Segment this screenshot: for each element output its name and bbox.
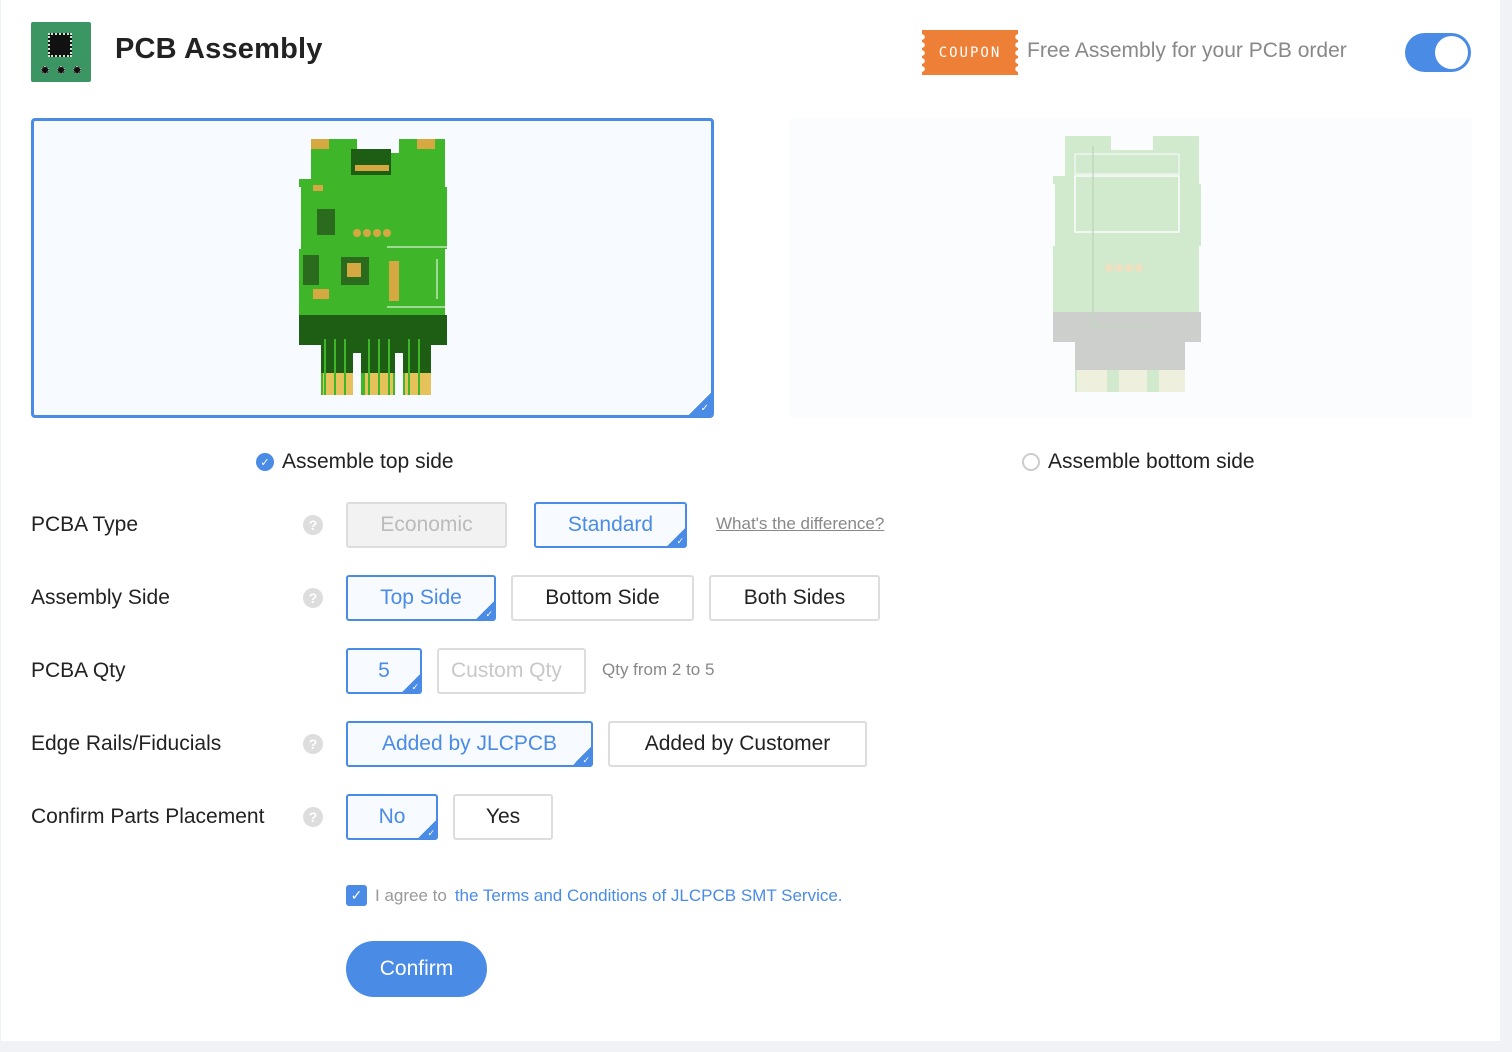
assemble-top-side-label: Assemble top side xyxy=(282,450,454,473)
pcba-qty-label: PCBA Qty xyxy=(31,659,126,682)
selected-corner-check-icon: ✓ xyxy=(402,674,420,692)
selected-corner-check-icon: ✓ xyxy=(667,528,685,546)
coupon-text: Free Assembly for your PCB order xyxy=(1027,39,1347,62)
confirm-button[interactable]: Confirm xyxy=(346,941,487,997)
pcb-assembly-logo-icon xyxy=(31,22,91,82)
edge-rails-jlcpcb-button[interactable]: Added by JLCPCB ✓ xyxy=(346,721,593,767)
terms-link[interactable]: the Terms and Conditions of JLCPCB SMT S… xyxy=(455,886,843,906)
radio-checked-icon: ✓ xyxy=(256,453,274,471)
pcba-type-standard-button[interactable]: Standard ✓ xyxy=(534,502,687,548)
pcb-top-image xyxy=(299,139,447,395)
qty-hint: Qty from 2 to 5 xyxy=(602,660,715,679)
toggle-knob xyxy=(1435,36,1468,69)
edge-rails-label: Edge Rails/Fiducials xyxy=(31,732,222,755)
page-title: PCB Assembly xyxy=(115,33,323,65)
selected-corner-check-icon: ✓ xyxy=(573,747,591,765)
selected-corner-check-icon: ✓ xyxy=(418,820,436,838)
help-icon[interactable]: ? xyxy=(303,734,323,754)
terms-checkbox[interactable]: ✓ xyxy=(346,885,367,906)
pcb-bottom-image xyxy=(1053,136,1201,392)
bottom-side-preview[interactable] xyxy=(789,118,1472,418)
terms-agreement: ✓ I agree to the Terms and Conditions of… xyxy=(346,885,843,906)
confirm-placement-no-button[interactable]: No ✓ xyxy=(346,794,438,840)
whats-the-difference-link[interactable]: What's the difference? xyxy=(716,514,884,534)
assembly-side-label: Assembly Side xyxy=(31,586,170,609)
assembly-side-top-button[interactable]: Top Side ✓ xyxy=(346,575,496,621)
assemble-bottom-side-radio[interactable]: Assemble bottom side xyxy=(1022,450,1255,474)
help-icon[interactable]: ? xyxy=(303,807,323,827)
radio-unchecked-icon xyxy=(1022,453,1040,471)
assembly-side-both-button[interactable]: Both Sides xyxy=(709,575,880,621)
pcba-type-label: PCBA Type xyxy=(31,513,139,536)
selected-corner-check-icon: ✓ xyxy=(476,601,494,619)
agree-prefix: I agree to xyxy=(375,885,447,905)
pad-dot xyxy=(73,66,81,74)
help-icon[interactable]: ? xyxy=(303,588,323,608)
chip-glyph xyxy=(48,33,72,57)
selected-corner-check-icon: ✓ xyxy=(689,393,711,415)
custom-qty-input[interactable]: Custom Qty xyxy=(437,648,586,694)
top-side-preview[interactable]: ✓ xyxy=(31,118,714,418)
assemble-bottom-side-label: Assemble bottom side xyxy=(1048,450,1255,473)
pcba-qty-selected[interactable]: 5 ✓ xyxy=(346,648,422,694)
free-assembly-toggle[interactable] xyxy=(1405,33,1471,72)
assemble-top-side-radio[interactable]: ✓ Assemble top side xyxy=(256,450,454,474)
help-icon[interactable]: ? xyxy=(303,515,323,535)
assembly-side-bottom-button[interactable]: Bottom Side xyxy=(511,575,694,621)
confirm-placement-yes-button[interactable]: Yes xyxy=(453,794,553,840)
pad-dot xyxy=(41,66,49,74)
pcba-type-economic-button[interactable]: Economic xyxy=(346,502,507,548)
edge-rails-customer-button[interactable]: Added by Customer xyxy=(608,721,867,767)
confirm-parts-placement-label: Confirm Parts Placement xyxy=(31,805,265,828)
pad-dot xyxy=(57,66,65,74)
coupon-badge-icon: coupon xyxy=(919,30,1021,75)
